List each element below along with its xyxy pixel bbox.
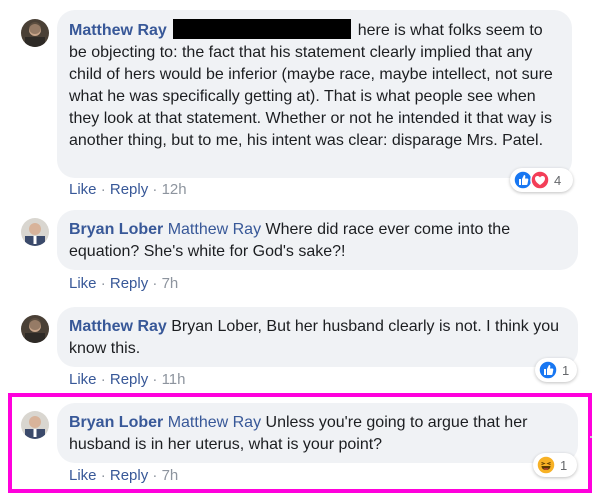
action-separator: ·: [100, 371, 106, 388]
reaction-summary[interactable]: 4: [510, 168, 573, 192]
comment-timestamp[interactable]: 7h: [162, 275, 179, 292]
avatar-image: [21, 315, 49, 343]
avatar-matthew-ray[interactable]: [21, 315, 49, 343]
reaction-count: 4: [554, 172, 562, 188]
avatar-bryan-lober[interactable]: [21, 218, 49, 246]
mention-link[interactable]: Matthew Ray: [168, 221, 261, 238]
reaction-summary[interactable]: 1: [535, 358, 577, 382]
reply-link[interactable]: Reply: [110, 275, 148, 292]
highlight-box: [8, 393, 592, 493]
love-icon: [530, 170, 550, 190]
comment-timestamp[interactable]: 12h: [162, 181, 187, 198]
reply-link[interactable]: Reply: [110, 181, 148, 198]
mention-text[interactable]: Bryan Lober: [171, 318, 257, 335]
like-link[interactable]: Like: [69, 181, 97, 198]
avatar-image: [21, 19, 49, 47]
comment-bubble: Matthew Ray here is what folks seem to b…: [57, 10, 572, 178]
comment-actions: Like · Reply · 7h: [69, 275, 178, 293]
action-separator: ·: [100, 275, 106, 292]
like-icon: [538, 360, 558, 380]
avatar-image: [21, 218, 49, 246]
comment-timestamp[interactable]: 11h: [162, 371, 186, 388]
redacted-block: [173, 19, 352, 39]
action-separator: ·: [152, 275, 158, 292]
edge-mark: [590, 436, 592, 438]
comment-actions: Like · Reply · 12h: [69, 181, 187, 199]
like-link[interactable]: Like: [69, 275, 97, 292]
comment-bubble: Bryan Lober Matthew Ray Where did race e…: [57, 210, 578, 270]
like-link[interactable]: Like: [69, 371, 97, 388]
comment-author[interactable]: Matthew Ray: [69, 22, 167, 39]
reaction-count: 1: [562, 362, 570, 378]
avatar-matthew-ray[interactable]: [21, 19, 49, 47]
comment-author[interactable]: Matthew Ray: [69, 318, 167, 335]
comment-text: here is what folks seem to be objecting …: [69, 22, 553, 149]
action-separator: ·: [152, 181, 158, 198]
comment-bubble: Matthew Ray Bryan Lober, But her husband…: [57, 307, 578, 367]
comment-actions: Like · Reply · 11h: [69, 371, 186, 389]
action-separator: ·: [152, 371, 158, 388]
reply-link[interactable]: Reply: [110, 371, 148, 388]
comment-author[interactable]: Bryan Lober: [69, 221, 163, 238]
action-separator: ·: [100, 181, 106, 198]
